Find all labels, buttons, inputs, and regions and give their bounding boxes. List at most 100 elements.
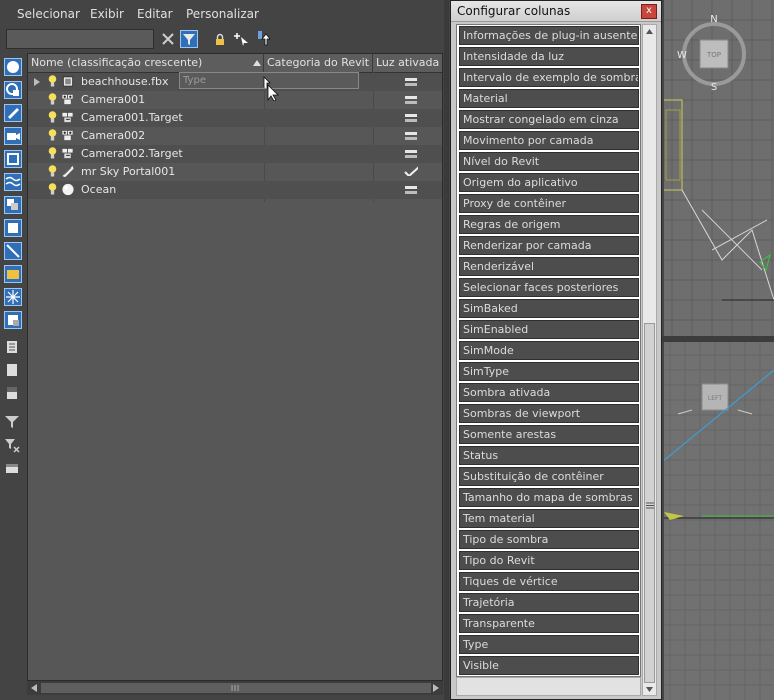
scrollbar-thumb[interactable]: [644, 323, 655, 683]
display-invert-button[interactable]: [4, 385, 22, 403]
display-shapes-button[interactable]: [4, 81, 22, 99]
panel-divider[interactable]: [444, 0, 449, 700]
column-option[interactable]: Sombras de viewport: [459, 404, 639, 423]
light-bulb-icon[interactable]: [48, 147, 57, 159]
display-lights-button[interactable]: [4, 104, 22, 122]
column-option[interactable]: Intensidade da luz: [459, 47, 639, 66]
filter-icon: [183, 34, 195, 45]
light-bulb-icon[interactable]: [48, 75, 57, 87]
display-geometry-button[interactable]: [4, 58, 22, 76]
menu-exibir[interactable]: Exibir: [90, 7, 124, 21]
column-option[interactable]: Intervalo de exemplo de sombra: [459, 68, 639, 87]
column-option[interactable]: SimBaked: [459, 299, 639, 318]
toggle-off-icon[interactable]: [404, 95, 418, 105]
column-option[interactable]: Visible: [459, 656, 639, 675]
column-option[interactable]: Status: [459, 446, 639, 465]
checkmark-icon[interactable]: [404, 166, 418, 176]
tree-row[interactable]: Camera001: [28, 91, 442, 109]
tree-horizontal-scrollbar[interactable]: [27, 681, 443, 695]
column-option[interactable]: Tipo de sombra: [459, 530, 639, 549]
container-icon: [62, 76, 74, 87]
spacewarp-icon: [5, 176, 21, 187]
column-option[interactable]: Transparente: [459, 614, 639, 633]
light-bulb-icon[interactable]: [48, 129, 57, 141]
compass-north-label: N: [710, 14, 717, 25]
group-icon: [7, 199, 18, 210]
tree-row[interactable]: Ocean: [28, 181, 442, 199]
menu-editar[interactable]: Editar: [137, 7, 173, 21]
column-header-light-on[interactable]: Luz ativada: [373, 54, 442, 72]
toggle-off-icon[interactable]: [404, 185, 418, 195]
menu-personalizar[interactable]: Personalizar: [186, 7, 259, 21]
dialog-titlebar[interactable]: Configurar colunas x: [451, 1, 661, 22]
select-children-button[interactable]: [233, 30, 251, 48]
filter-toggle-button[interactable]: [180, 30, 198, 48]
light-bulb-icon[interactable]: [48, 165, 57, 177]
display-containers-button[interactable]: [4, 265, 22, 283]
tree-row[interactable]: Camera001.Target: [28, 109, 442, 127]
display-helpers-button[interactable]: [4, 150, 22, 168]
column-option[interactable]: Tem material: [459, 509, 639, 528]
column-option[interactable]: SimMode: [459, 341, 639, 360]
filter-selection-button[interactable]: [4, 437, 22, 455]
column-option[interactable]: Tipo do Revit: [459, 551, 639, 570]
display-groups-button[interactable]: [4, 196, 22, 214]
dialog-close-button[interactable]: x: [641, 4, 657, 19]
scrollbar-thumb[interactable]: [41, 683, 431, 693]
column-option[interactable]: Selecionar faces posteriores: [459, 278, 639, 297]
sphere-icon: [62, 183, 74, 196]
display-hidden-button[interactable]: [4, 311, 22, 329]
configure-columns-button[interactable]: [256, 30, 274, 48]
display-spacewarps-button[interactable]: [4, 173, 22, 191]
column-option[interactable]: Somente arestas: [459, 425, 639, 444]
display-all-button[interactable]: [4, 339, 22, 357]
column-option[interactable]: Substituição de contêiner: [459, 467, 639, 486]
column-option[interactable]: Trajetória: [459, 593, 639, 612]
columns-list-horizontal-scrollbar[interactable]: [456, 677, 641, 696]
display-frozen-button[interactable]: [4, 288, 22, 306]
lock-button[interactable]: [211, 30, 229, 48]
column-header-name[interactable]: Nome (classificação crescente): [28, 54, 264, 72]
display-none-button[interactable]: [4, 362, 22, 380]
clear-search-button[interactable]: [159, 30, 177, 48]
column-option[interactable]: Renderizável: [459, 257, 639, 276]
toggle-off-icon[interactable]: [404, 77, 418, 87]
tree-row[interactable]: Camera002.Target: [28, 145, 442, 163]
column-option[interactable]: SimEnabled: [459, 320, 639, 339]
light-bulb-icon[interactable]: [48, 93, 57, 105]
column-option[interactable]: Informações de plug-in ausentes: [459, 26, 639, 45]
column-header-revit-category[interactable]: Categoria do Revit: [264, 54, 373, 72]
tree-row[interactable]: Camera002: [28, 127, 442, 145]
column-option[interactable]: Mostrar congelado em cinza: [459, 110, 639, 129]
light-bulb-icon[interactable]: [48, 183, 57, 195]
available-columns-list: Informações de plug-in ausentes Intensida…: [456, 24, 641, 677]
column-option[interactable]: Sombra ativada: [459, 383, 639, 402]
columns-list-vertical-scrollbar[interactable]: [642, 24, 657, 696]
display-xrefs-button[interactable]: [4, 219, 22, 237]
display-bones-button[interactable]: [4, 242, 22, 260]
light-bulb-icon[interactable]: [48, 111, 57, 123]
column-option[interactable]: Nível do Revit: [459, 152, 639, 171]
column-option[interactable]: Type: [459, 635, 639, 654]
column-option[interactable]: Material: [459, 89, 639, 108]
menu-selecionar[interactable]: Selecionar: [17, 7, 80, 21]
column-option[interactable]: Proxy de contêiner: [459, 194, 639, 213]
column-option[interactable]: SimType: [459, 362, 639, 381]
expand-arrow-icon[interactable]: [34, 78, 40, 86]
filter-button[interactable]: [4, 414, 22, 432]
column-option[interactable]: Renderizar por camada: [459, 236, 639, 255]
row-name: beachhouse.fbx: [81, 75, 169, 88]
display-cameras-button[interactable]: [4, 127, 22, 145]
toggle-off-icon[interactable]: [404, 149, 418, 159]
column-option[interactable]: Movimento por camada: [459, 131, 639, 150]
find-case-button[interactable]: [4, 460, 22, 478]
search-input[interactable]: [6, 29, 154, 49]
column-option[interactable]: Tiques de vértice: [459, 572, 639, 591]
row-name: mr Sky Portal001: [81, 165, 176, 178]
column-option[interactable]: Regras de origem: [459, 215, 639, 234]
column-option[interactable]: Origem do aplicativo: [459, 173, 639, 192]
toggle-off-icon[interactable]: [404, 131, 418, 141]
toggle-off-icon[interactable]: [404, 113, 418, 123]
column-option[interactable]: Tamanho do mapa de sombras: [459, 488, 639, 507]
tree-row[interactable]: mr Sky Portal001: [28, 163, 442, 181]
